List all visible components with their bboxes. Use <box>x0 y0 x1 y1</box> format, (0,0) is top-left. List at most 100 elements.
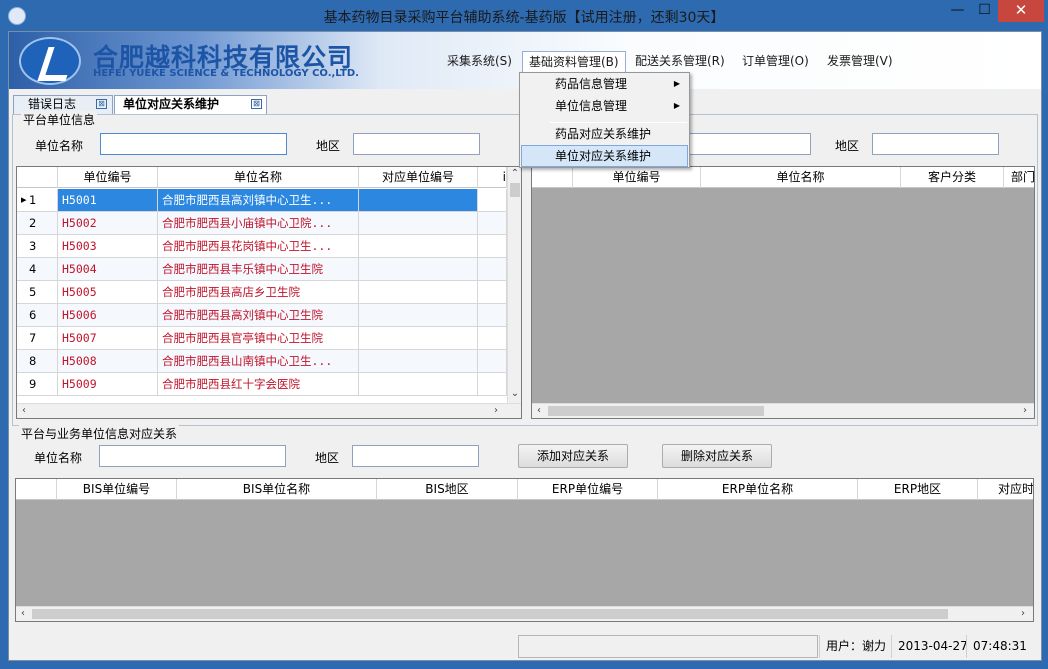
mapping-name-input[interactable] <box>99 445 286 467</box>
mapping-hscroll[interactable]: ‹ › <box>16 606 1033 621</box>
scroll-thumb[interactable] <box>510 183 520 197</box>
col-unit-code[interactable]: 单位编号 <box>58 167 158 188</box>
col-unit-name[interactable]: 单位名称 <box>158 167 359 188</box>
cell-mapped-code[interactable] <box>359 212 478 234</box>
table-row[interactable]: 2 H5002 合肥市肥西县小庙镇中心卫院... <box>17 212 507 235</box>
cell-unit-code[interactable]: H5006 <box>58 304 158 326</box>
cell-extra[interactable] <box>478 281 507 303</box>
tab-close-icon[interactable]: ⊠ <box>251 99 262 109</box>
cell-mapped-code[interactable] <box>359 373 478 395</box>
cell-unit-name[interactable]: 合肥市肥西县山南镇中心卫生... <box>158 350 359 372</box>
cell-extra[interactable] <box>478 327 507 349</box>
table-row[interactable]: 5 H5005 合肥市肥西县高店乡卫生院 <box>17 281 507 304</box>
table-row[interactable]: 3 H5003 合肥市肥西县花岗镇中心卫生... <box>17 235 507 258</box>
menu-orders[interactable]: 订单管理(O) <box>736 51 815 72</box>
business-region-input[interactable] <box>872 133 999 155</box>
row-number[interactable]: 2 <box>17 212 58 234</box>
scroll-up-icon[interactable]: ⌃ <box>508 167 521 181</box>
cell-extra[interactable] <box>478 373 507 395</box>
mapping-region-input[interactable] <box>352 445 479 467</box>
cell-unit-code[interactable]: H5005 <box>58 281 158 303</box>
col-mapping-time[interactable]: 对应时 <box>978 479 1033 500</box>
close-button[interactable]: ✕ <box>998 0 1044 22</box>
cell-unit-code[interactable]: H5008 <box>58 350 158 372</box>
row-number[interactable]: 8 <box>17 350 58 372</box>
col-department[interactable]: 部门 <box>1004 167 1034 188</box>
cell-extra[interactable] <box>478 235 507 257</box>
cell-unit-name[interactable]: 合肥市肥西县高刘镇中心卫生... <box>158 189 359 211</box>
table-row[interactable]: 7 H5007 合肥市肥西县官亭镇中心卫生院 <box>17 327 507 350</box>
col-erp-region[interactable]: ERP地区 <box>858 479 978 500</box>
scroll-right-icon[interactable]: › <box>1016 607 1030 621</box>
add-mapping-button[interactable]: 添加对应关系 <box>518 444 628 468</box>
cell-extra[interactable] <box>478 212 507 234</box>
col-business-name[interactable]: 单位名称 <box>701 167 901 188</box>
unit-name-input[interactable] <box>100 133 287 155</box>
cell-unit-code[interactable]: H5009 <box>58 373 158 395</box>
cell-unit-code[interactable]: H5007 <box>58 327 158 349</box>
col-erp-name[interactable]: ERP单位名称 <box>658 479 858 500</box>
row-number[interactable]: 7 <box>17 327 58 349</box>
col-extra[interactable]: i <box>478 167 507 188</box>
maximize-button[interactable]: ☐ <box>971 0 998 22</box>
business-unit-name-input[interactable] <box>685 133 811 155</box>
scroll-down-icon[interactable]: ⌄ <box>508 387 521 401</box>
cell-extra[interactable] <box>478 258 507 280</box>
cell-unit-name[interactable]: 合肥市肥西县高店乡卫生院 <box>158 281 359 303</box>
menu-item-drug-info[interactable]: 药品信息管理 ▶ <box>521 73 688 95</box>
col-erp-code[interactable]: ERP单位编号 <box>518 479 658 500</box>
menu-item-unit-info[interactable]: 单位信息管理 ▶ <box>521 95 688 117</box>
col-bis-code[interactable]: BIS单位编号 <box>57 479 177 500</box>
cell-extra[interactable] <box>478 304 507 326</box>
scroll-left-icon[interactable]: ‹ <box>17 404 31 418</box>
cell-mapped-code[interactable] <box>359 304 478 326</box>
table-row[interactable]: 6 H5006 合肥市肥西县高刘镇中心卫生院 <box>17 304 507 327</box>
scroll-right-icon[interactable]: › <box>1018 404 1032 418</box>
cell-mapped-code[interactable] <box>359 350 478 372</box>
tab-unit-mapping[interactable]: 单位对应关系维护 ⊠ <box>114 95 267 115</box>
col-customer-category[interactable]: 客户分类 <box>901 167 1004 188</box>
col-bis-region[interactable]: BIS地区 <box>377 479 518 500</box>
scroll-thumb[interactable] <box>32 609 948 619</box>
cell-mapped-code[interactable] <box>359 189 478 211</box>
cell-unit-name[interactable]: 合肥市肥西县花岗镇中心卫生... <box>158 235 359 257</box>
scroll-left-icon[interactable]: ‹ <box>532 404 546 418</box>
cell-unit-name[interactable]: 合肥市肥西县小庙镇中心卫院... <box>158 212 359 234</box>
cell-unit-code[interactable]: H5004 <box>58 258 158 280</box>
menu-item-unit-mapping[interactable]: 单位对应关系维护 <box>521 145 688 167</box>
cell-unit-name[interactable]: 合肥市肥西县丰乐镇中心卫生院 <box>158 258 359 280</box>
row-number[interactable]: 6 <box>17 304 58 326</box>
business-hscroll[interactable]: ‹ › <box>532 403 1034 418</box>
cell-mapped-code[interactable] <box>359 327 478 349</box>
menu-collect[interactable]: 采集系统(S) <box>441 51 518 72</box>
menu-basic-data[interactable]: 基础资料管理(B) <box>522 51 626 72</box>
platform-hscroll[interactable]: ‹ › <box>17 403 521 418</box>
cell-unit-name[interactable]: 合肥市肥西县官亭镇中心卫生院 <box>158 327 359 349</box>
menu-delivery[interactable]: 配送关系管理(R) <box>629 51 731 72</box>
cell-extra[interactable] <box>478 189 507 211</box>
cell-mapped-code[interactable] <box>359 235 478 257</box>
scroll-thumb[interactable] <box>548 406 764 416</box>
row-number[interactable]: 3 <box>17 235 58 257</box>
col-mapped-code[interactable]: 对应单位编号 <box>359 167 478 188</box>
platform-vscroll[interactable]: ⌃ ⌄ <box>507 167 521 403</box>
minimize-button[interactable]: — <box>944 0 971 22</box>
scroll-right-icon[interactable]: › <box>489 404 503 418</box>
scroll-left-icon[interactable]: ‹ <box>16 607 30 621</box>
cell-unit-code[interactable]: H5002 <box>58 212 158 234</box>
table-row[interactable]: 4 H5004 合肥市肥西县丰乐镇中心卫生院 <box>17 258 507 281</box>
cell-mapped-code[interactable] <box>359 281 478 303</box>
col-business-code[interactable]: 单位编号 <box>573 167 701 188</box>
delete-mapping-button[interactable]: 删除对应关系 <box>662 444 772 468</box>
row-number[interactable]: 5 <box>17 281 58 303</box>
table-row[interactable]: 9 H5009 合肥市肥西县红十字会医院 <box>17 373 507 396</box>
row-number[interactable]: 4 <box>17 258 58 280</box>
row-number[interactable]: 9 <box>17 373 58 395</box>
menu-item-drug-mapping[interactable]: 药品对应关系维护 <box>521 123 688 145</box>
cell-unit-code[interactable]: H5001 <box>58 189 158 211</box>
table-row[interactable]: 8 H5008 合肥市肥西县山南镇中心卫生... <box>17 350 507 373</box>
cell-extra[interactable] <box>478 350 507 372</box>
menu-invoices[interactable]: 发票管理(V) <box>821 51 899 72</box>
table-row[interactable]: 1 H5001 合肥市肥西县高刘镇中心卫生... ▸ <box>17 189 507 212</box>
cell-unit-name[interactable]: 合肥市肥西县红十字会医院 <box>158 373 359 395</box>
